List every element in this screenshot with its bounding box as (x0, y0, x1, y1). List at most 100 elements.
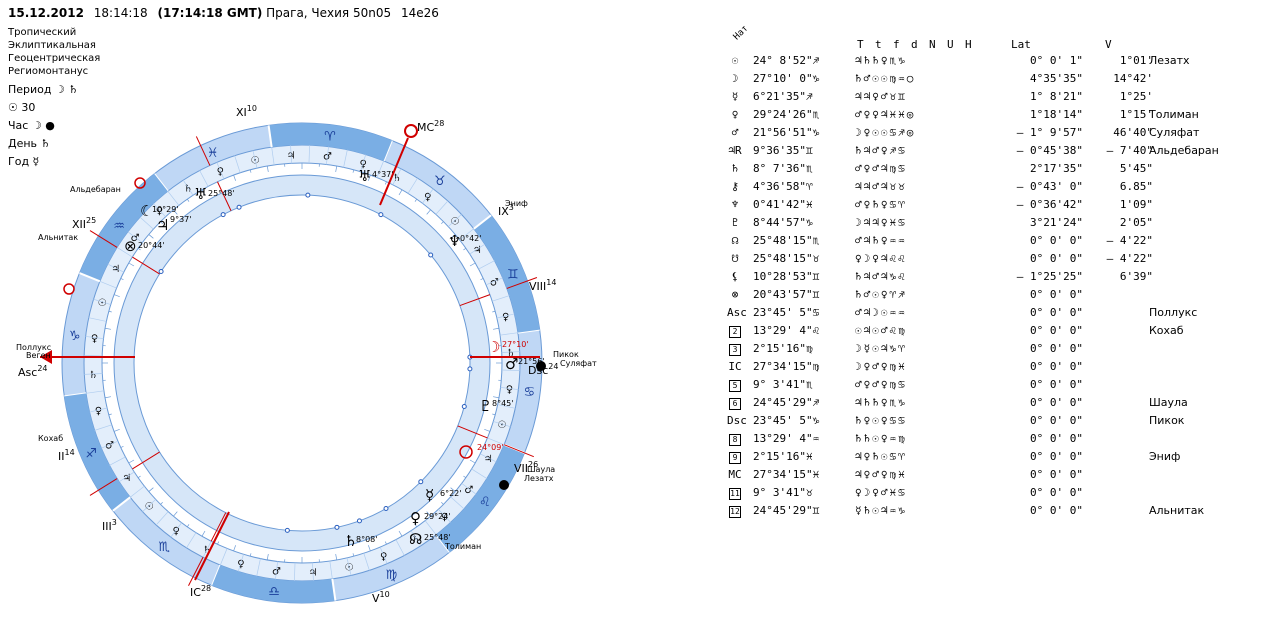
col-h: H (965, 38, 972, 51)
row-star: Толиман (1149, 108, 1199, 121)
row-position: 9° 3'41"♏ (753, 378, 813, 391)
mc-circle-icon (404, 124, 418, 138)
pollux-marker-icon (63, 283, 75, 295)
row-latitude: – 1° 9'57" (1016, 126, 1083, 139)
row-latitude: 0° 0' 0" (1030, 306, 1083, 319)
row-latitude: 0° 0' 0" (1030, 414, 1083, 427)
row-rulers: ♃♃♀♂♉♊ (855, 90, 907, 103)
row-rulers: ☽☿☉♃♑♈ (855, 342, 907, 355)
fortune-glyph-icon: ⊗ (124, 237, 137, 255)
uranus-degree: 25°48' (208, 189, 235, 198)
row-position: 25°48'15"♉ (753, 252, 820, 265)
row-symbol: 3 (727, 340, 743, 358)
row-symbol: ⊗ (731, 288, 739, 301)
zodiac-sign-icon: ♒ (113, 219, 125, 234)
row-speed: 5'45" (1119, 162, 1153, 175)
row-position: 20°43'57"♊ (753, 288, 820, 301)
row-rulers: ♃♄♄♀♏♑ (855, 396, 907, 409)
jupiter-degree: 9°37' (170, 215, 191, 224)
row-latitude: 0° 0' 0" (1030, 252, 1083, 265)
row-latitude: 0° 0' 0" (1030, 396, 1083, 409)
row-rulers: ♂♃☽☉♒♒ (855, 306, 907, 319)
row-position: 21°56'51"♑ (753, 126, 820, 139)
col-n: N (929, 38, 936, 51)
row-rulers: ☽♀☉☉♋♐◎ (855, 126, 916, 139)
row-symbol: ☋ (731, 252, 739, 265)
svg-text:♀: ♀ (91, 334, 98, 345)
svg-text:♀: ♀ (173, 526, 180, 537)
row-star: Поллукс (1149, 306, 1198, 319)
row-symbol: MC (728, 468, 742, 481)
row-rulers: ♄♃♂♀♐♋ (855, 144, 907, 157)
svg-text:☉: ☉ (145, 502, 154, 513)
row-star: Шаула (1149, 396, 1188, 409)
row-speed: 1'09" (1119, 198, 1153, 211)
mars-degree: 21°56' (518, 357, 545, 366)
row-symbol: ☉ (731, 54, 739, 67)
row-latitude: – 0°36'42" (1016, 198, 1083, 211)
saturn-glyph-icon: ♄ (344, 532, 357, 550)
row-speed: 46'40" (1113, 126, 1153, 139)
row-symbol: ♄ (731, 162, 739, 175)
node-degree: 25°48' (424, 533, 451, 542)
row-rulers: ♃♃♂♃♉♉ (855, 180, 907, 193)
row-position: 4°36'58"♈ (753, 180, 813, 193)
row-symbol: ☽ (731, 72, 739, 85)
row-rulers: ☽♃♃♀♓♋ (855, 216, 907, 229)
row-rulers: ♂♃♄♀♒♒ (855, 234, 907, 247)
neptune-degree: 0°42' (460, 234, 481, 243)
row-rulers: ♂♀♂♀♍♋ (855, 378, 907, 391)
saturn-degree: 8°08' (356, 535, 377, 544)
jupiter-glyph-icon: ♃ (156, 216, 169, 234)
pluto-glyph-icon: ♇ (479, 397, 492, 415)
row-position: 23°45' 5"♋ (753, 306, 820, 319)
row-latitude: 0° 0' 0" (1030, 504, 1083, 517)
chiron-glyph-icon: ♅ (358, 167, 371, 185)
row-position: 27°10' 0"♑ (753, 72, 820, 85)
zodiac-sign-icon: ♋ (523, 385, 535, 400)
row-rulers: ☉♃☉♂♌♍ (855, 324, 907, 337)
row-latitude: 0° 0' 0" (1030, 342, 1083, 355)
neptune-glyph-icon: ♆ (448, 232, 461, 250)
house-label: II14 (58, 448, 75, 463)
mercury-glyph-icon: ☿ (425, 486, 434, 504)
star-alnitak: Альнитак (38, 233, 78, 242)
row-position: 13°29' 4"♒ (753, 432, 820, 445)
row-position: 0°41'42"♓ (753, 198, 813, 211)
natal-chart-wheel[interactable]: ♈♓♒♑♐♏♎♍♌♋♊♉♀♂♃☉♀♄♀♂♃☉♀♄♀♂♃☉♀♄♀♂♃☉♀♄♀♂♃☉… (0, 0, 720, 628)
zodiac-sign-icon: ♑ (69, 329, 81, 344)
row-rulers: ♃♀♄☉♋♈ (855, 450, 907, 463)
fortune-degree: 20°44' (138, 241, 165, 250)
row-symbol: 8 (727, 430, 743, 448)
house-label: VIII14 (529, 278, 556, 293)
row-latitude: – 0°43' 0" (1016, 180, 1083, 193)
col-t-lower: t (875, 38, 882, 51)
row-star: Эниф (1149, 450, 1181, 463)
zodiac-sign-icon: ♍ (386, 568, 398, 583)
row-symbol: 5 (727, 376, 743, 394)
row-symbol: ⚷ (730, 180, 740, 193)
row-latitude: 0° 0' 0" (1030, 360, 1083, 373)
row-star: Альдебаран (1149, 144, 1219, 157)
row-star: Альнитак (1149, 504, 1205, 517)
zodiac-sign-icon: ♏ (158, 540, 170, 555)
row-position: 13°29' 4"♌ (753, 324, 820, 337)
star-toliman: Толиман (444, 542, 481, 551)
row-latitude: – 0°45'38" (1016, 144, 1083, 157)
col-t-upper: T (857, 38, 864, 51)
row-symbol: ⚸ (730, 270, 740, 283)
row-symbol: ♃R (728, 144, 742, 157)
house-label: IC28 (190, 584, 211, 599)
star-enif: Эниф (505, 199, 528, 208)
row-star: Суляфат (1149, 126, 1200, 139)
row-latitude: 2°17'35" (1030, 162, 1083, 175)
row-latitude: 0° 0' 0" (1030, 486, 1083, 499)
zodiac-sign-icon: ♉ (434, 174, 446, 189)
svg-text:♀: ♀ (502, 312, 509, 323)
row-rulers: ♃♄♄♀♏♑ (855, 54, 907, 67)
row-position: 29°24'26"♏ (753, 108, 820, 121)
row-latitude: 0° 0' 0" (1030, 378, 1083, 391)
row-latitude: 0° 0' 0" (1030, 234, 1083, 247)
row-rulers: ♄♄☉♀♒♍ (855, 432, 907, 445)
col-f: f (893, 38, 900, 51)
